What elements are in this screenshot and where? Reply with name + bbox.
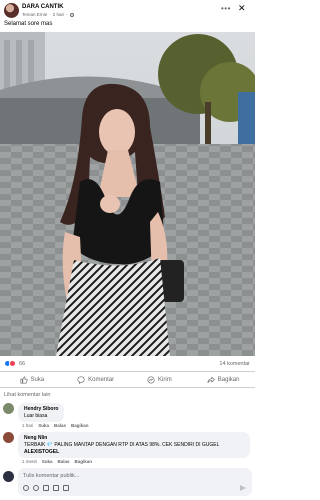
post-photo[interactable]: [0, 32, 255, 356]
gif-icon[interactable]: [53, 485, 59, 491]
post-header: DARA CANTIK Teman Ernie · 2 hari · ••• ✕: [0, 0, 255, 22]
reaction-summary[interactable]: 66 14 komentar: [0, 357, 255, 371]
comment-reply-button[interactable]: Balas: [58, 459, 70, 464]
send-label: Kirim: [158, 376, 172, 383]
comment-input[interactable]: Tulis komentar publik...: [18, 468, 252, 496]
like-button[interactable]: Suka: [0, 372, 64, 387]
camera-icon[interactable]: [43, 485, 49, 491]
like-label: Suka: [30, 376, 45, 383]
share-label: Bagikan: [217, 376, 240, 383]
comment-time[interactable]: 1 hari: [22, 423, 33, 428]
comment-meta: 1 hari Suka Balas Bagikan: [22, 423, 89, 428]
post-subtitle: Teman Ernie · 2 hari ·: [22, 12, 74, 17]
share-icon: [207, 375, 215, 383]
comment-count[interactable]: 14 komentar: [219, 361, 250, 367]
comment-input-placeholder: Tulis komentar publik...: [23, 473, 80, 479]
comment-text: Luar biasa: [24, 413, 48, 419]
globe-icon: [69, 12, 74, 17]
close-icon[interactable]: ✕: [238, 3, 246, 14]
messenger-icon: [147, 375, 155, 384]
comment-share-button[interactable]: Bagikan: [71, 423, 89, 428]
comment-like-button[interactable]: Suka: [42, 459, 53, 464]
comment-button[interactable]: Komentar: [64, 372, 128, 387]
emoji-icon[interactable]: [33, 485, 39, 491]
comment-icon: [77, 375, 85, 384]
my-avatar: [3, 471, 14, 482]
comment-highlight-text: ALEXISTOGEL: [24, 449, 60, 455]
post-time[interactable]: 2 hari: [53, 12, 64, 17]
avatar-sticker-icon[interactable]: [23, 485, 29, 491]
comment-time[interactable]: 1 menit: [22, 459, 37, 464]
comment-bubble: Hendry Siboro Luar biasa: [18, 403, 65, 422]
comment-meta: 1 menit Suka Balas Bagikan: [22, 459, 92, 464]
action-bar: Suka Komentar Kirim Bagikan: [0, 371, 255, 388]
reaction-count[interactable]: 66: [19, 361, 25, 367]
more-icon[interactable]: •••: [221, 4, 231, 13]
author-avatar[interactable]: [4, 3, 19, 18]
commenter-avatar[interactable]: [3, 432, 14, 443]
photo-image: [0, 32, 255, 356]
sticker-icon[interactable]: [63, 485, 69, 491]
share-button[interactable]: Bagikan: [191, 372, 255, 387]
send-icon[interactable]: [240, 485, 246, 491]
send-button[interactable]: Kirim: [128, 372, 192, 387]
view-more-comments[interactable]: Lihat komentar lain: [4, 392, 50, 398]
comment-bubble: Neng Nlin TERBAIK 💎 PALING MANTAP DENGAN…: [18, 432, 250, 458]
commenter-avatar[interactable]: [3, 403, 14, 414]
comment-share-button[interactable]: Bagikan: [75, 459, 93, 464]
commenter-name[interactable]: Hendry Siboro: [24, 406, 58, 412]
comment-item: Hendry Siboro Luar biasa: [3, 403, 65, 422]
author-name[interactable]: DARA CANTIK: [22, 4, 63, 10]
like-icon: [20, 375, 28, 384]
commenter-name[interactable]: Neng Nlin: [24, 435, 244, 441]
comment-reply-button[interactable]: Balas: [54, 423, 66, 428]
comment-label: Komentar: [88, 376, 115, 383]
friend-label: Teman Ernie: [22, 12, 48, 17]
post-caption: Selamat sore mas: [4, 21, 53, 27]
comment-like-button[interactable]: Suka: [38, 423, 49, 428]
comment-text: TERBAIK 💎 PALING MANTAP DENGAN RTP DI AT…: [24, 442, 220, 448]
composer-tools: [23, 485, 69, 491]
love-reaction-icon: [9, 360, 16, 367]
comment-item: Neng Nlin TERBAIK 💎 PALING MANTAP DENGAN…: [3, 432, 250, 458]
comment-composer: Tulis komentar publik...: [3, 468, 252, 498]
